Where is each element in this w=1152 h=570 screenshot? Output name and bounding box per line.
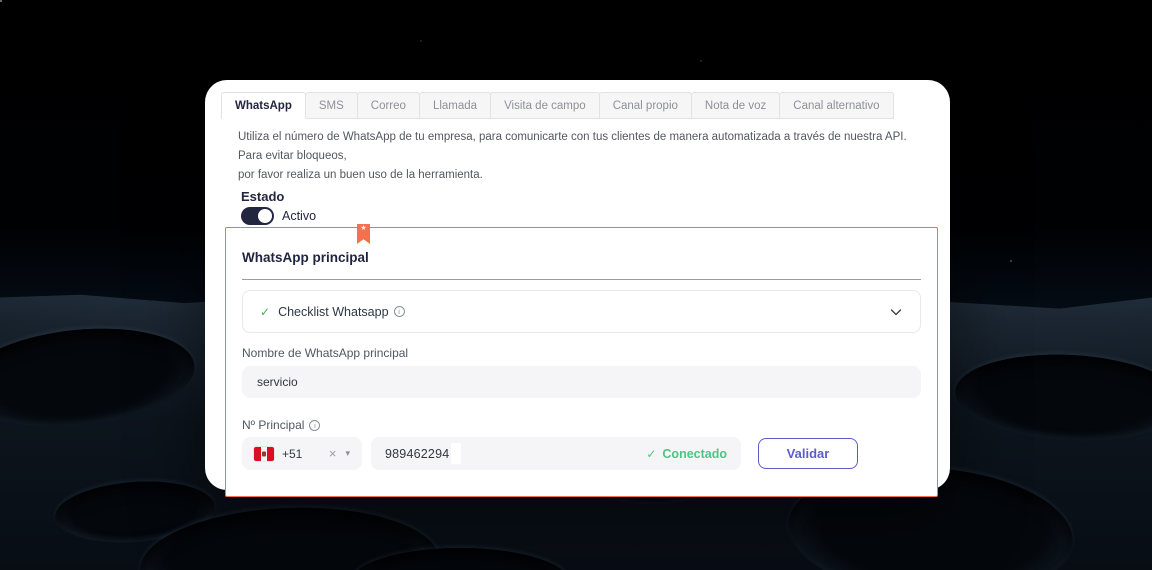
checklist-label: Checklist Whatsapp [278, 305, 388, 319]
bookmark-icon: ★ [357, 224, 370, 244]
tab-canal-alternativo[interactable]: Canal alternativo [779, 92, 893, 119]
name-input[interactable]: servicio [242, 366, 921, 398]
estado-toggle-row: Activo [241, 207, 950, 225]
phone-label-text: Nº Principal [242, 418, 304, 433]
whatsapp-principal-section: ★ WhatsApp principal ✓ Checklist Whatsap… [225, 227, 938, 497]
phone-row: +51 × ▾ 989462294 ✓ Conectado Validar [242, 437, 937, 470]
toggle-knob [258, 209, 272, 223]
channel-tabs: WhatsApp SMS Correo Llamada Visita de ca… [222, 92, 950, 119]
section-title: WhatsApp principal [242, 250, 937, 266]
validate-button[interactable]: Validar [758, 438, 858, 469]
estado-label: Estado [241, 189, 950, 204]
intro-line: por favor realiza un buen uso de la herr… [238, 166, 910, 185]
phone-number-input[interactable]: 989462294 ✓ Conectado [371, 437, 741, 470]
section-divider [242, 279, 921, 280]
estado-value: Activo [282, 209, 316, 223]
tab-canal-propio[interactable]: Canal propio [599, 92, 692, 119]
dial-code: +51 [282, 447, 302, 461]
stars [0, 0, 2, 2]
star-icon: ★ [360, 224, 366, 244]
clear-icon[interactable]: × [329, 447, 337, 460]
intro-line: Utiliza el número de WhatsApp de tu empr… [238, 128, 910, 166]
phone-number-value: 989462294 [385, 447, 449, 461]
estado-toggle[interactable] [241, 207, 274, 225]
tab-sms[interactable]: SMS [305, 92, 358, 119]
info-icon[interactable]: i [394, 306, 405, 317]
connection-status-badge: ✓ Conectado [646, 447, 727, 461]
checklist-whatsapp-accordion[interactable]: ✓ Checklist Whatsapp i [242, 290, 921, 333]
channel-settings-card: WhatsApp SMS Correo Llamada Visita de ca… [205, 80, 950, 490]
peru-flag-icon [254, 447, 274, 461]
intro-text: Utiliza el número de WhatsApp de tu empr… [238, 128, 910, 185]
phone-field-label: Nº Principal i [242, 418, 937, 433]
tab-visita-de-campo[interactable]: Visita de campo [490, 92, 600, 119]
country-code-select[interactable]: +51 × ▾ [242, 437, 362, 470]
tab-correo[interactable]: Correo [357, 92, 420, 119]
caret-down-icon[interactable]: ▾ [345, 448, 350, 459]
name-field-label: Nombre de WhatsApp principal [242, 346, 937, 361]
tab-nota-de-voz[interactable]: Nota de voz [691, 92, 780, 119]
tab-whatsapp[interactable]: WhatsApp [221, 92, 306, 119]
tab-llamada[interactable]: Llamada [419, 92, 491, 119]
chevron-down-icon [889, 305, 903, 319]
check-icon: ✓ [646, 447, 656, 461]
text-cursor [451, 443, 461, 464]
info-icon[interactable]: i [309, 420, 320, 431]
status-text: Conectado [662, 447, 727, 461]
check-icon: ✓ [260, 305, 270, 319]
